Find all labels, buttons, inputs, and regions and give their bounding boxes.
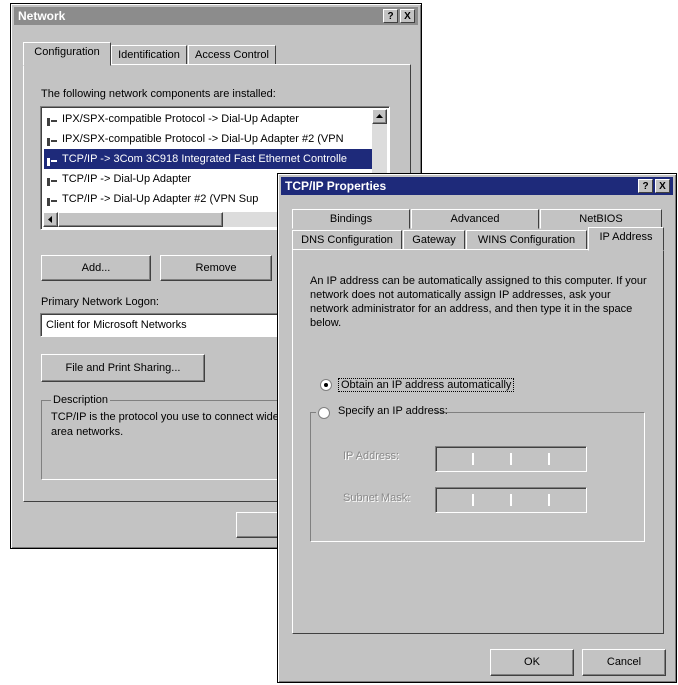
specify-ip-group: [310, 412, 645, 542]
tab-access-control[interactable]: Access Control: [188, 45, 276, 65]
tab-netbios[interactable]: NetBIOS: [540, 209, 662, 229]
network-protocol-icon: [46, 174, 58, 186]
tab-bindings-label: Bindings: [329, 213, 373, 225]
tab-identification[interactable]: Identification: [111, 45, 187, 65]
tcpip-help-button[interactable]: ?: [638, 179, 653, 193]
ip-octet-separator: [472, 494, 474, 506]
tcpip-ok-label: OK: [524, 656, 540, 668]
scroll-up-button[interactable]: [372, 109, 387, 124]
tab-netbios-label: NetBIOS: [579, 213, 623, 225]
network-close-button[interactable]: X: [400, 9, 415, 23]
tab-gateway[interactable]: Gateway: [403, 230, 465, 250]
obtain-ip-auto-radio[interactable]: [320, 379, 332, 391]
remove-button-label: Remove: [195, 262, 237, 274]
tcpip-cancel-button[interactable]: Cancel: [582, 649, 666, 676]
list-item[interactable]: IPX/SPX-compatible Protocol -> Dial-Up A…: [44, 129, 382, 149]
remove-button[interactable]: Remove: [160, 255, 272, 281]
tab-configuration[interactable]: Configuration: [23, 42, 111, 66]
scroll-thumb[interactable]: [58, 212, 223, 227]
primary-logon-value: Client for Microsoft Networks: [46, 319, 187, 331]
tcpip-title: TCP/IP Properties: [285, 179, 387, 193]
tab-wins-configuration[interactable]: WINS Configuration: [466, 230, 587, 250]
tcpip-properties-dialog: TCP/IP Properties ? X Bindings Advanced …: [277, 173, 677, 683]
tab-advanced-label: Advanced: [450, 213, 500, 225]
list-item[interactable]: IPX/SPX-compatible Protocol -> Dial-Up A…: [44, 109, 382, 129]
scroll-left-button[interactable]: [43, 212, 58, 227]
file-print-sharing-label: File and Print Sharing...: [65, 362, 181, 374]
list-item-label: IPX/SPX-compatible Protocol -> Dial-Up A…: [62, 133, 344, 145]
network-protocol-icon: [46, 134, 58, 146]
description-text: TCP/IP is the protocol you use to connec…: [51, 411, 283, 438]
obtain-ip-auto-label[interactable]: Obtain an IP address automatically: [338, 378, 515, 392]
primary-logon-label: Primary Network Logon:: [41, 296, 159, 308]
ip-octet-separator: [472, 453, 474, 465]
subnet-mask-field: [435, 487, 587, 513]
tab-configuration-label: Configuration: [34, 46, 100, 58]
radio-selected-dot: [324, 383, 328, 387]
tcpip-close-button[interactable]: X: [655, 179, 670, 193]
tab-ip-address-label: IP Address: [599, 231, 653, 243]
arrow-up-icon: [376, 114, 383, 118]
file-print-sharing-button[interactable]: File and Print Sharing...: [41, 354, 205, 382]
close-icon: X: [659, 181, 666, 192]
tab-dns-configuration[interactable]: DNS Configuration: [292, 230, 402, 250]
specify-ip-legend-spacer: [316, 405, 466, 421]
close-icon: X: [404, 11, 411, 22]
tcpip-cancel-label: Cancel: [606, 656, 642, 668]
ip-octet-separator: [510, 494, 512, 506]
tcpip-titlebar[interactable]: TCP/IP Properties ? X: [281, 177, 673, 195]
list-item-label: IPX/SPX-compatible Protocol -> Dial-Up A…: [62, 113, 299, 125]
network-titlebar[interactable]: Network ? X: [14, 7, 418, 25]
ip-info-text: An IP address can be automatically assig…: [310, 275, 647, 329]
tab-bindings[interactable]: Bindings: [292, 209, 410, 229]
help-icon: ?: [387, 11, 394, 22]
arrow-left-icon: [48, 216, 52, 223]
list-item-selected[interactable]: TCP/IP -> 3Com 3C918 Integrated Fast Eth…: [44, 149, 380, 169]
list-item-label: TCP/IP -> Dial-Up Adapter: [62, 173, 192, 185]
help-icon: ?: [642, 181, 649, 192]
network-help-button[interactable]: ?: [383, 9, 398, 23]
ip-octet-separator: [548, 453, 550, 465]
tab-wins-label: WINS Configuration: [477, 234, 576, 246]
primary-logon-select[interactable]: Client for Microsoft Networks: [40, 313, 290, 337]
add-button[interactable]: Add...: [41, 255, 151, 281]
tab-advanced[interactable]: Advanced: [411, 209, 539, 229]
tab-access-control-label: Access Control: [195, 49, 269, 61]
tab-ip-address[interactable]: IP Address: [588, 227, 664, 251]
tab-identification-label: Identification: [118, 49, 180, 61]
add-button-label: Add...: [81, 262, 111, 274]
ip-octet-separator: [510, 453, 512, 465]
network-protocol-icon: [46, 114, 58, 126]
list-item-label: TCP/IP -> 3Com 3C918 Integrated Fast Eth…: [62, 153, 348, 165]
tab-gateway-label: Gateway: [412, 234, 456, 246]
components-label: The following network components are ins…: [41, 88, 276, 100]
network-protocol-icon: [46, 194, 58, 206]
description-label: Description: [51, 394, 111, 406]
ip-octet-separator: [548, 494, 550, 506]
tcpip-ok-button[interactable]: OK: [490, 649, 574, 676]
list-item-label: TCP/IP -> Dial-Up Adapter #2 (VPN Sup: [62, 193, 259, 205]
network-protocol-icon: [46, 154, 58, 166]
network-title: Network: [18, 9, 66, 23]
ip-address-label: IP Address:: [343, 450, 400, 462]
ip-address-field: [435, 446, 587, 472]
subnet-mask-label: Subnet Mask:: [343, 492, 411, 504]
tab-dns-label: DNS Configuration: [301, 234, 393, 246]
